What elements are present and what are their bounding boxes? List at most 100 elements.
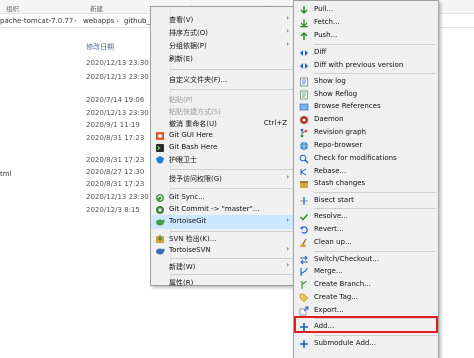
menu-item-label: TortoiseSVN [169, 246, 211, 254]
menu-item-create-branch[interactable]: Create Branch... [294, 278, 438, 292]
menu-item-label: 自定义文件夹(F)... [169, 76, 228, 84]
menu-separator [170, 69, 293, 70]
menu-item-customize-folder[interactable]: 自定义文件夹(F)... [151, 73, 295, 87]
resolve-icon [299, 212, 309, 222]
menu-separator [170, 89, 293, 90]
submenu-arrow-icon: › [286, 245, 289, 253]
menu-item-grant-access[interactable]: 授予访问权限(G) › [151, 172, 295, 186]
fetch-icon [299, 18, 309, 28]
menu-item-label: 粘贴快捷方式(S) [169, 108, 221, 116]
menu-item-label: Bisect start [314, 196, 354, 204]
menu-item-daemon[interactable]: Daemon [294, 113, 438, 127]
menu-item-merge[interactable]: Merge... [294, 265, 438, 279]
date-cell: 2020/8/31 17:23 [86, 134, 145, 142]
menu-separator [170, 274, 293, 275]
menu-item-label: Browse References [314, 102, 381, 110]
menu-item-revision-graph[interactable]: Revision graph [294, 126, 438, 140]
menu-item-tortoisesvn[interactable]: TortoiseSVN › [151, 244, 295, 258]
menu-separator [170, 169, 293, 170]
menu-item-diff[interactable]: Diff [294, 46, 438, 60]
submenu-arrow-icon: › [286, 216, 289, 224]
menu-item-label: 查看(V) [169, 16, 194, 24]
menu-item-bisect-start[interactable]: Bisect start [294, 194, 438, 208]
menu-item-show-log[interactable]: Show log [294, 75, 438, 89]
menu-item-create-tag[interactable]: Create Tag... [294, 291, 438, 305]
menu-item-diff-previous[interactable]: Diff with previous version [294, 59, 438, 73]
menu-separator [314, 335, 436, 336]
menu-item-label: Push... [314, 31, 338, 39]
menu-item-label: 护眼卫士 [169, 156, 197, 164]
create-branch-icon [299, 280, 309, 290]
merge-icon [299, 267, 309, 277]
menu-item-new[interactable]: 新建(W) › [151, 260, 295, 274]
menu-item-label: Daemon [314, 115, 344, 123]
context-menu: 查看(V) › 排序方式(O) › 分组依据(P) › 刷新(E) 自定义文件夹… [150, 6, 296, 287]
menu-item-fetch[interactable]: Fetch... [294, 16, 438, 30]
breadcrumb-separator: › [116, 17, 119, 25]
menu-item-browse-references[interactable]: Browse References [294, 100, 438, 114]
column-header-modified[interactable]: 修改日期 [86, 42, 114, 52]
breadcrumb-separator: › [74, 17, 77, 25]
menu-item-eye-guard[interactable]: 护眼卫士 [151, 153, 295, 167]
menu-separator [314, 73, 436, 74]
menu-item-pull[interactable]: Pull... [294, 3, 438, 17]
menu-item-label: Rebase... [314, 167, 347, 175]
menu-item-clean-up[interactable]: Clean up... [294, 236, 438, 250]
menu-item-resolve[interactable]: Resolve... [294, 210, 438, 224]
diff-icon [299, 48, 309, 58]
menu-item-push[interactable]: Push... [294, 29, 438, 43]
date-cell: 2020/8/27 12:30 [86, 168, 145, 176]
menu-item-revert[interactable]: Revert... [294, 223, 438, 237]
menu-item-label: 授予访问权限(G) [169, 175, 222, 183]
menu-item-label: Create Branch... [314, 280, 371, 288]
date-cell: 2020/12/13 23:30 [86, 193, 149, 201]
menu-item-tortoisegit[interactable]: TortoiseGit › [151, 215, 295, 229]
menu-item-submodule-add[interactable]: Submodule Add... [294, 337, 438, 351]
submenu-arrow-icon: › [286, 27, 289, 35]
menu-item-label: Submodule Add... [314, 339, 377, 347]
create-tag-icon [299, 293, 309, 303]
menu-item-label: 分组依据(P) [169, 42, 207, 50]
menu-item-shortcut: Ctrl+Z [263, 119, 287, 127]
menu-item-repo-browser[interactable]: Repo-browser [294, 139, 438, 153]
menu-item-check-modifications[interactable]: Check for modifications [294, 152, 438, 166]
menu-item-label: 属性(R) [169, 279, 194, 287]
menu-item-refresh[interactable]: 刷新(E) [151, 52, 295, 66]
ribbon-new[interactable]: 新建 [90, 3, 103, 13]
breadcrumb-github[interactable]: github_ [124, 17, 150, 25]
push-icon [299, 31, 309, 41]
tortoisegit-icon [155, 217, 165, 227]
menu-item-label: Git Bash Here [169, 143, 218, 151]
revert-icon [299, 225, 309, 235]
breadcrumb-webapps[interactable]: webapps [83, 17, 114, 25]
menu-item-label: Check for modifications [314, 154, 397, 162]
menu-item-view[interactable]: 查看(V) › [151, 13, 295, 27]
menu-separator [314, 251, 436, 252]
menu-item-label: Revert... [314, 225, 344, 233]
menu-item-properties[interactable]: 属性(R) [151, 276, 295, 290]
menu-item-label: 刷新(E) [169, 55, 193, 63]
menu-item-label: Show Reflog [314, 90, 358, 98]
file-name[interactable]: tml [0, 170, 12, 178]
menu-item-stash-changes[interactable]: Stash changes [294, 177, 438, 191]
repo-browser-icon [299, 141, 309, 151]
switch-checkout-icon [299, 255, 309, 265]
menu-item-group-by[interactable]: 分组依据(P) › [151, 39, 295, 53]
show-log-icon [299, 77, 309, 87]
menu-item-label: 排序方式(O) [169, 29, 208, 37]
tortoisesvn-icon [155, 246, 165, 256]
submenu-arrow-icon: › [286, 14, 289, 22]
svn-checkout-icon [155, 234, 165, 244]
revision-graph-icon [299, 128, 309, 138]
menu-item-sort-by[interactable]: 排序方式(O) › [151, 26, 295, 40]
menu-item-label: Revision graph [314, 128, 366, 136]
menu-item-label: SVN 检出(K)... [169, 235, 217, 243]
menu-item-label: 粘贴(P) [169, 96, 193, 104]
breadcrumb-tomcat[interactable]: pache-tomcat-7.0.77 [0, 17, 73, 25]
menu-item-label: Diff with previous version [314, 61, 404, 69]
cleanup-icon [299, 238, 309, 248]
date-cell: 2020/12/13 23:30 [86, 73, 149, 81]
git-gui-icon [155, 131, 165, 141]
ribbon-organize[interactable]: 组织 [6, 3, 19, 13]
menu-item-label: Stash changes [314, 179, 366, 187]
